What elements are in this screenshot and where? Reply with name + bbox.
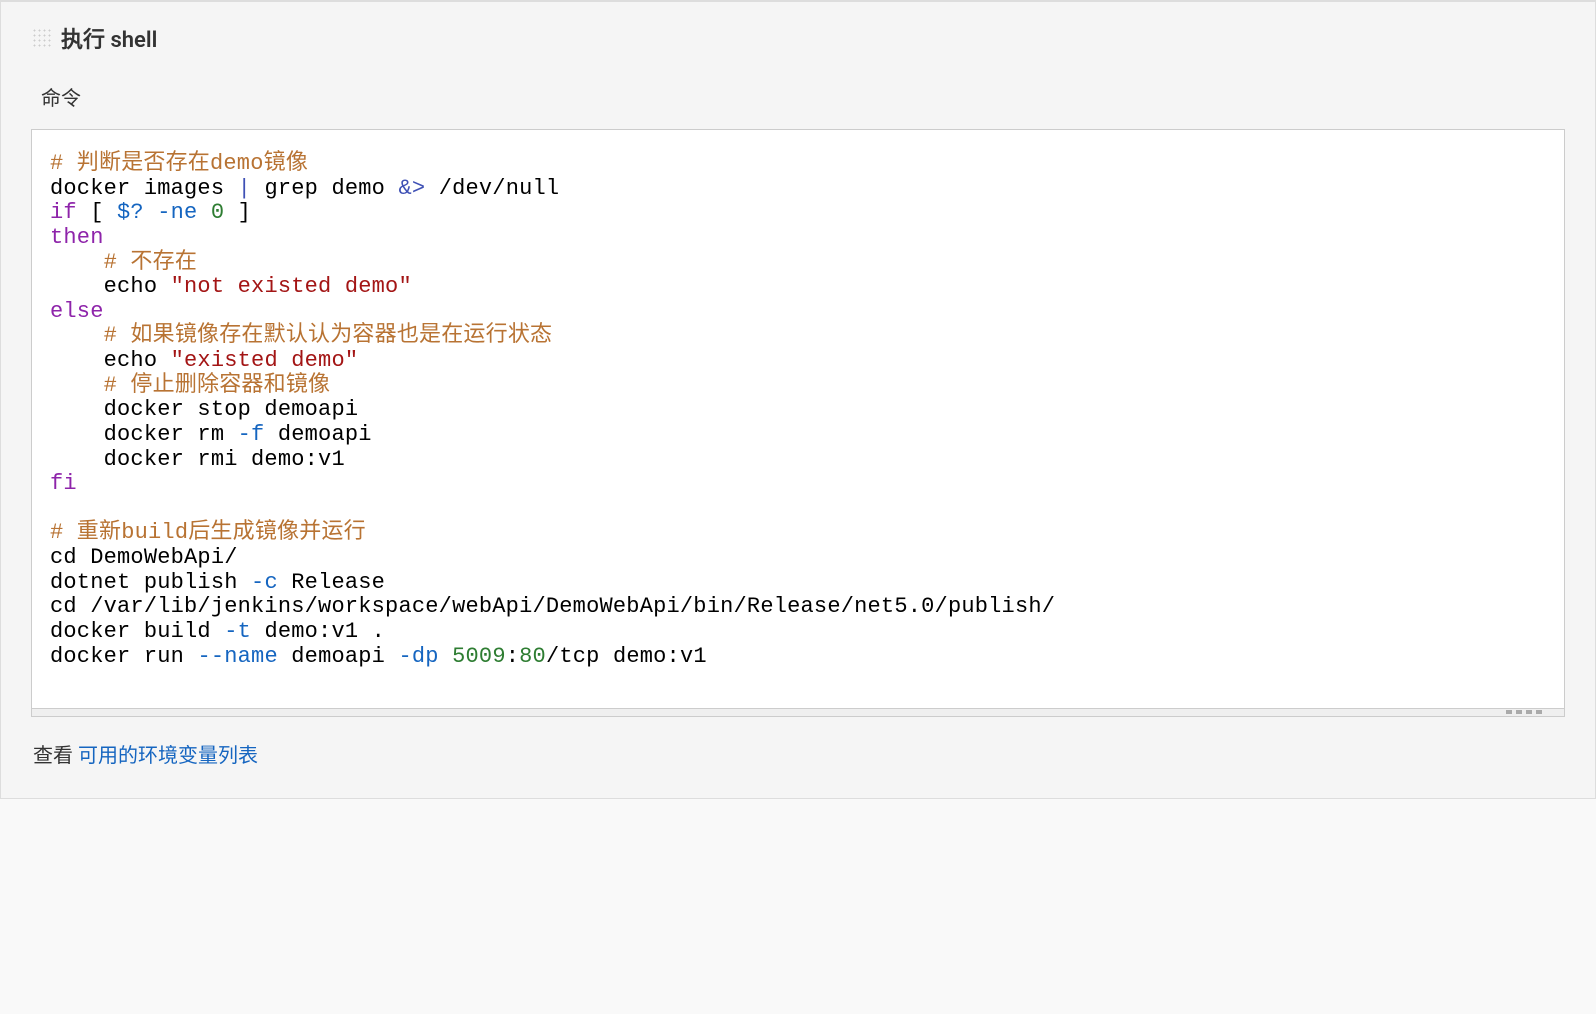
code-text: /dev/null [425, 176, 559, 201]
code-text: [ [77, 200, 117, 225]
code-text: docker build [50, 619, 224, 644]
code-number: 80 [519, 644, 546, 669]
code-redir: &> [398, 176, 425, 201]
code-number: 0 [211, 200, 224, 225]
code-text: cd /var/lib/jenkins/workspace/webApi/Dem… [50, 594, 1055, 619]
code-keyword-then: then [50, 225, 104, 250]
code-pipe: | [238, 176, 251, 201]
drag-handle-icon[interactable] [31, 27, 53, 49]
code-text [144, 200, 157, 225]
section-title-row: 执行 shell [31, 22, 1565, 54]
footer-prefix: 查看 [33, 743, 78, 767]
editor-resize-handle[interactable] [31, 709, 1565, 717]
code-flag: --name [197, 644, 277, 669]
code-text: Release [278, 570, 385, 595]
command-code-editor[interactable]: # 判断是否存在demo镜像 docker images | grep demo… [31, 129, 1565, 709]
code-flag: -f [238, 422, 265, 447]
code-keyword-else: else [50, 299, 104, 324]
code-comment: # 重新build后生成镜像并运行 [50, 520, 366, 545]
code-text: ] [224, 200, 251, 225]
build-step-execute-shell: 执行 shell 命令 # 判断是否存在demo镜像 docker images… [0, 0, 1596, 799]
code-variable: $? [117, 200, 144, 225]
code-comment: # 不存在 [50, 250, 197, 275]
code-text: /tcp demo:v1 [546, 644, 707, 669]
code-text: dotnet publish [50, 570, 251, 595]
code-text: docker stop demoapi [50, 397, 358, 422]
code-string: "existed demo" [171, 348, 359, 373]
code-flag: -t [224, 619, 251, 644]
code-comment: # 判断是否存在demo镜像 [50, 151, 308, 176]
code-text: docker images [50, 176, 238, 201]
code-text: docker run [50, 644, 197, 669]
code-comment: # 如果镜像存在默认认为容器也是在运行状态 [50, 323, 552, 348]
code-comment: # 停止删除容器和镜像 [50, 373, 330, 398]
code-text: docker rm [50, 422, 238, 447]
code-number: 5009 [452, 644, 506, 669]
footer-row: 查看 可用的环境变量列表 [33, 739, 1565, 768]
code-text: docker rmi demo:v1 [50, 447, 345, 472]
code-text: : [506, 644, 519, 669]
code-text: echo [50, 348, 171, 373]
code-flag: -c [251, 570, 278, 595]
code-text: demo:v1 . [251, 619, 385, 644]
code-string: "not existed demo" [171, 274, 412, 299]
code-text: demoapi [278, 644, 399, 669]
code-text: cd DemoWebApi/ [50, 545, 238, 570]
code-text [439, 644, 452, 669]
command-label: 命令 [41, 82, 1565, 111]
code-flag: -ne [157, 200, 197, 225]
code-text [197, 200, 210, 225]
code-text: grep demo [251, 176, 398, 201]
code-text: echo [50, 274, 171, 299]
code-flag: -dp [398, 644, 438, 669]
code-text: demoapi [264, 422, 371, 447]
code-keyword-fi: fi [50, 471, 77, 496]
code-keyword-if: if [50, 200, 77, 225]
section-title: 执行 shell [61, 22, 157, 54]
env-vars-link[interactable]: 可用的环境变量列表 [78, 743, 258, 767]
